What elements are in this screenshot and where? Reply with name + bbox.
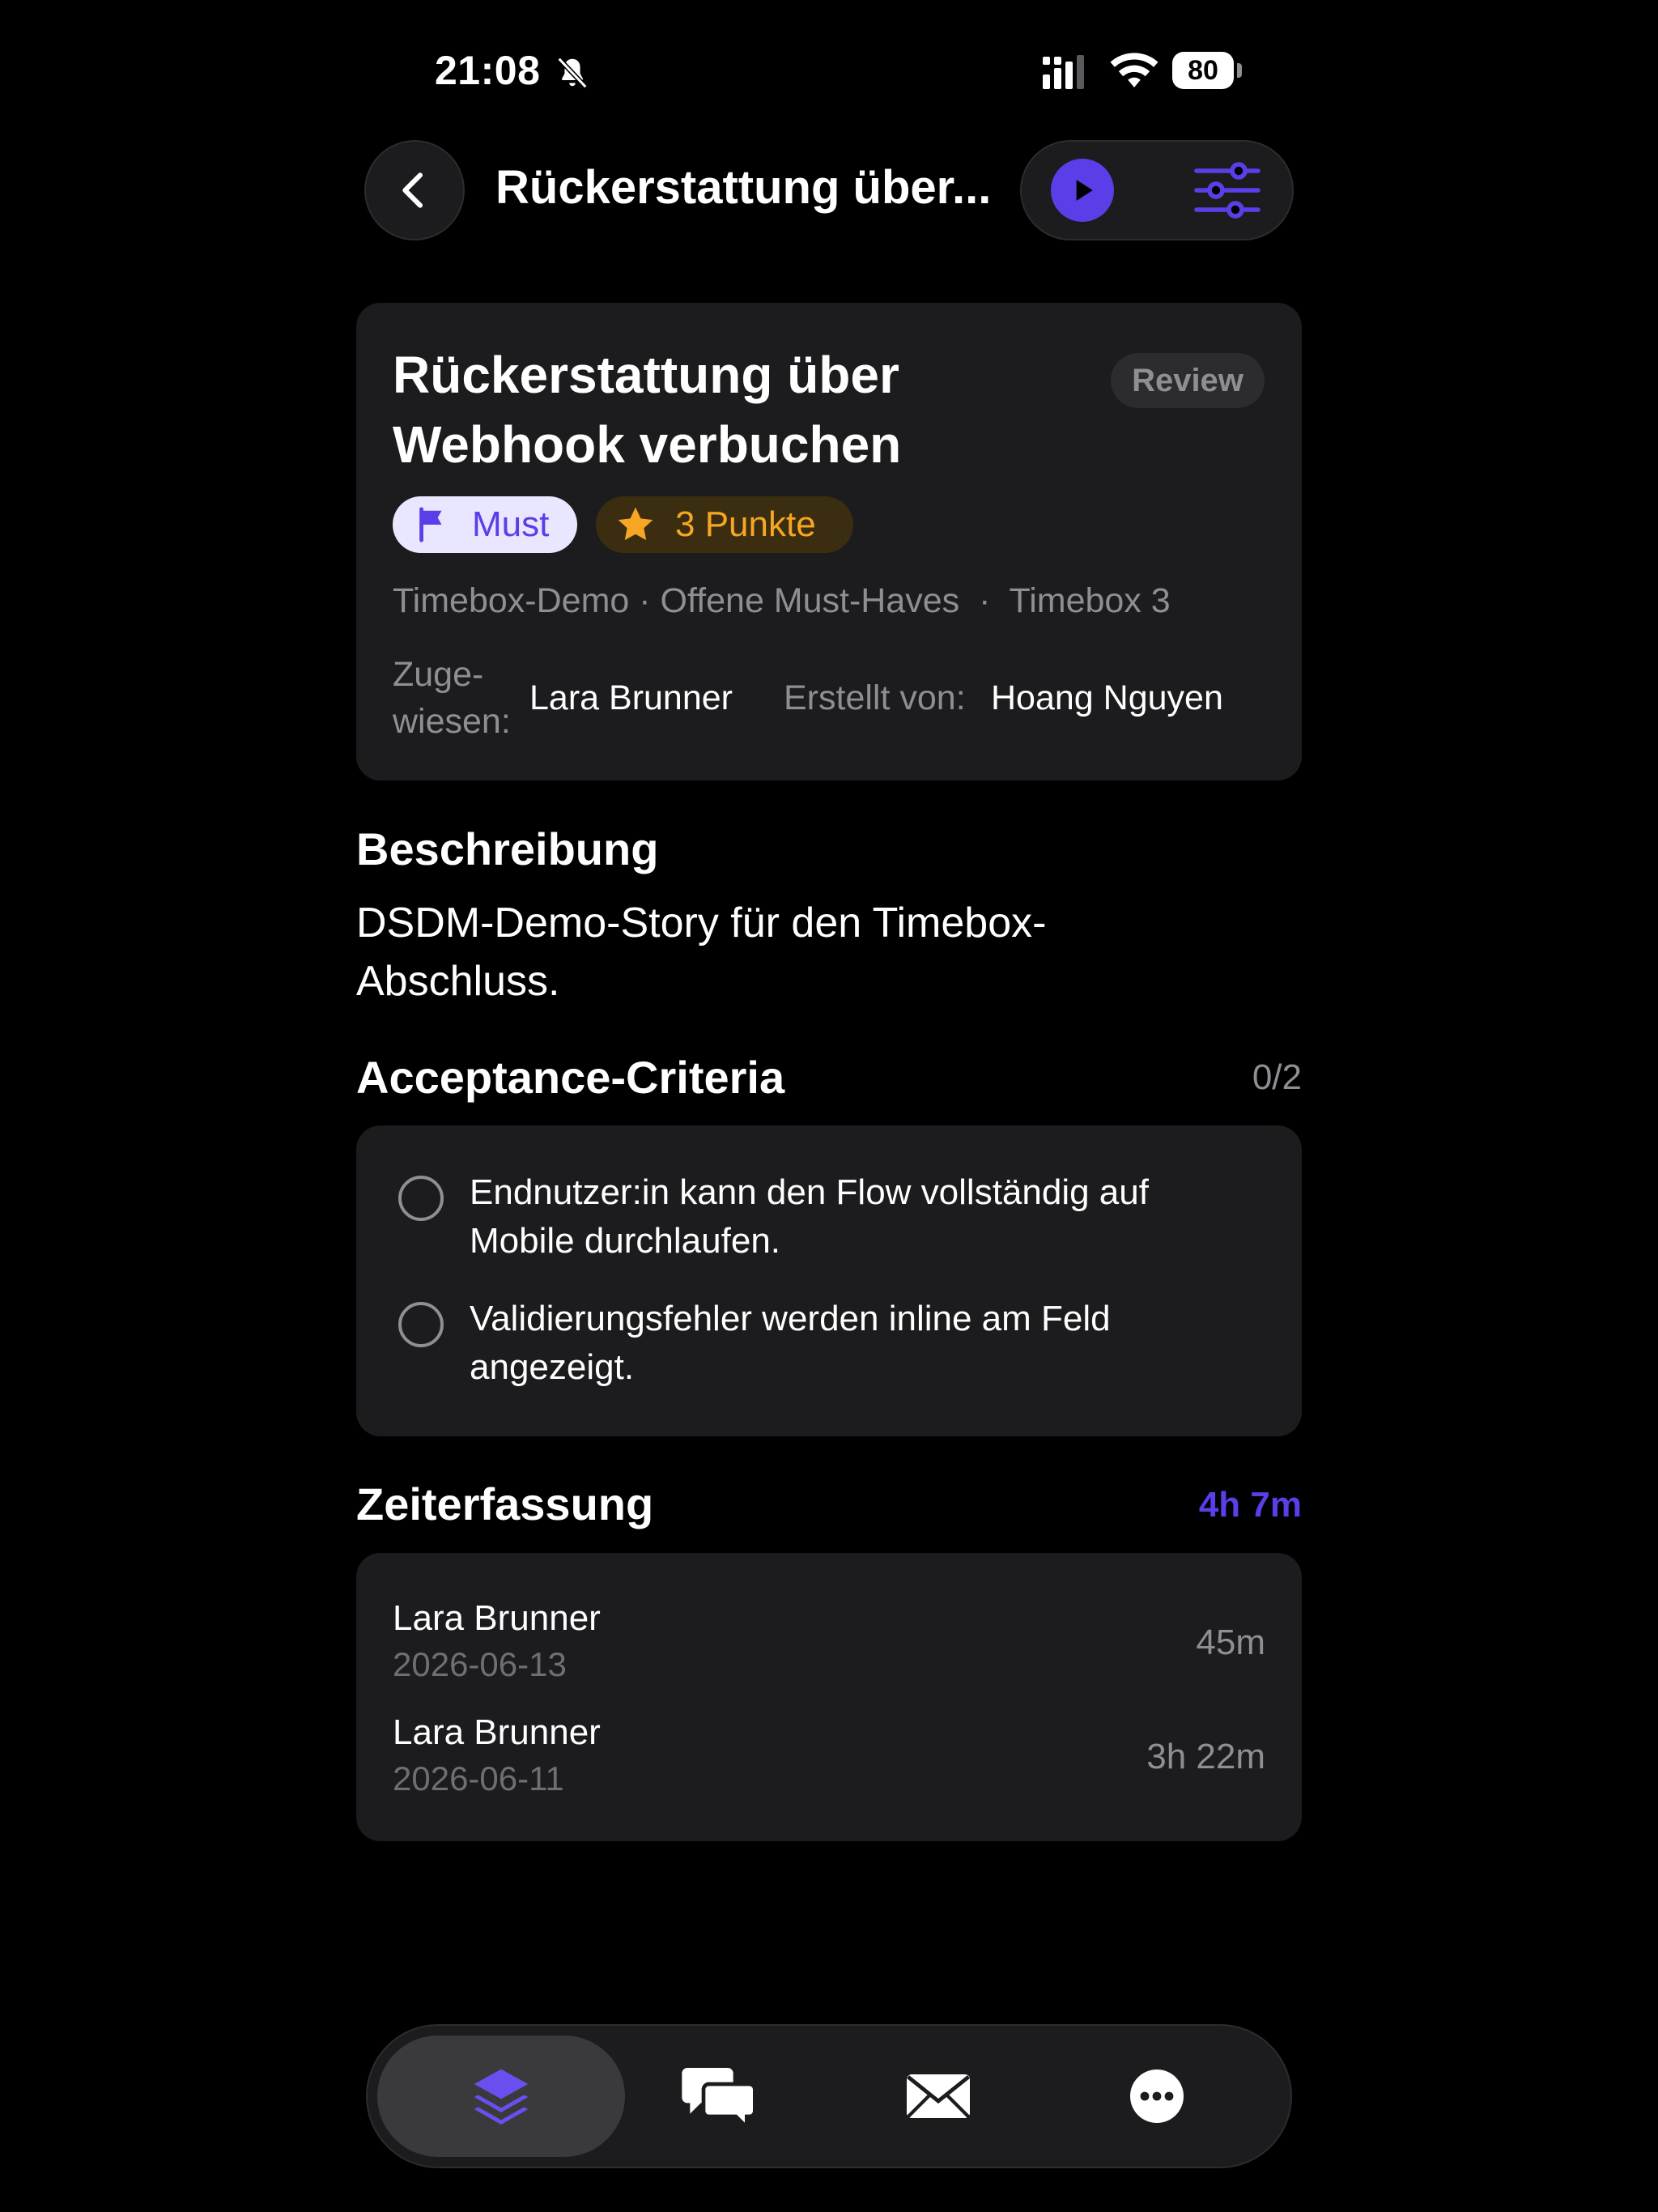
layers-icon: [474, 2069, 529, 2125]
group-name[interactable]: Offene Must-Haves: [661, 581, 960, 620]
created-by-label: Erstellt von:: [784, 678, 966, 717]
time-tracking-title: Zeiterfassung: [356, 1478, 654, 1529]
timebox-name[interactable]: Timebox 3: [1010, 581, 1171, 620]
meta-separator: ·: [639, 581, 651, 620]
start-timer-button[interactable]: [1051, 159, 1114, 222]
time-entry-duration: 45m: [1196, 1623, 1265, 1662]
description-title: Beschreibung: [356, 823, 659, 874]
assigned-label: Zuge- wiesen:: [393, 655, 511, 741]
chat-bubbles-icon: [682, 2068, 757, 2130]
tab-chat[interactable]: [671, 2048, 768, 2145]
criterion-text: Endnutzer:in kann den Flow vollständig a…: [470, 1172, 1149, 1261]
meta-separator: ·: [979, 581, 991, 620]
time-entry-date: 2026-06-13: [393, 1645, 567, 1683]
points-chip[interactable]: 3 Punkte: [596, 496, 853, 553]
tab-stories[interactable]: [453, 2048, 550, 2145]
time-entry-user: Lara Brunner: [393, 1598, 601, 1638]
status-time: 21:08: [435, 48, 541, 93]
criterion-text: Validierungsfehler werden inline am Feld…: [470, 1299, 1111, 1387]
time-entry-user: Lara Brunner: [393, 1712, 601, 1752]
story-title: Rückerstattung über Webhook verbuchen: [393, 346, 902, 474]
time-entry-duration: 3h 22m: [1146, 1737, 1265, 1776]
tab-more[interactable]: [1108, 2048, 1205, 2145]
more-icon: [1130, 2069, 1184, 2123]
acceptance-criteria-title: Acceptance-Criteria: [356, 1052, 785, 1103]
envelope-icon: [907, 2074, 970, 2118]
chevron-left-icon: [402, 172, 423, 208]
back-button[interactable]: [364, 140, 465, 240]
priority-label: Must: [472, 504, 550, 544]
tab-mail[interactable]: [890, 2048, 987, 2145]
wifi-icon: [1110, 53, 1158, 87]
criterion-checkbox[interactable]: [398, 1176, 444, 1221]
points-label: 3 Punkte: [675, 504, 816, 544]
project-name[interactable]: Timebox-Demo: [393, 581, 629, 620]
page-title: Rückerstattung über...: [495, 161, 992, 214]
play-icon: [1076, 180, 1093, 201]
battery-indicator: 80: [1172, 52, 1234, 89]
description-text: DSDM-Demo-Story für den Timebox- Abschlu…: [356, 900, 1047, 1005]
acceptance-criteria-count: 0/2: [1252, 1057, 1302, 1097]
assignee-name[interactable]: Lara Brunner: [529, 678, 733, 718]
priority-chip[interactable]: Must: [393, 496, 577, 553]
cellular-signal-icon: [1043, 55, 1084, 89]
bell-slash-icon: [557, 57, 588, 89]
criterion-checkbox[interactable]: [398, 1302, 444, 1347]
star-icon: [618, 507, 653, 541]
filter-sliders-icon[interactable]: [1193, 162, 1261, 219]
time-total: 4h 7m: [1198, 1485, 1302, 1525]
battery-tip: [1237, 63, 1242, 78]
flag-icon: [419, 507, 442, 542]
story-meta: Timebox-Demo · Offene Must-Haves · Timeb…: [393, 581, 1171, 621]
time-entry-date: 2026-06-11: [393, 1759, 564, 1797]
creator-name: Hoang Nguyen: [991, 678, 1223, 717]
status-badge[interactable]: Review: [1111, 353, 1265, 408]
